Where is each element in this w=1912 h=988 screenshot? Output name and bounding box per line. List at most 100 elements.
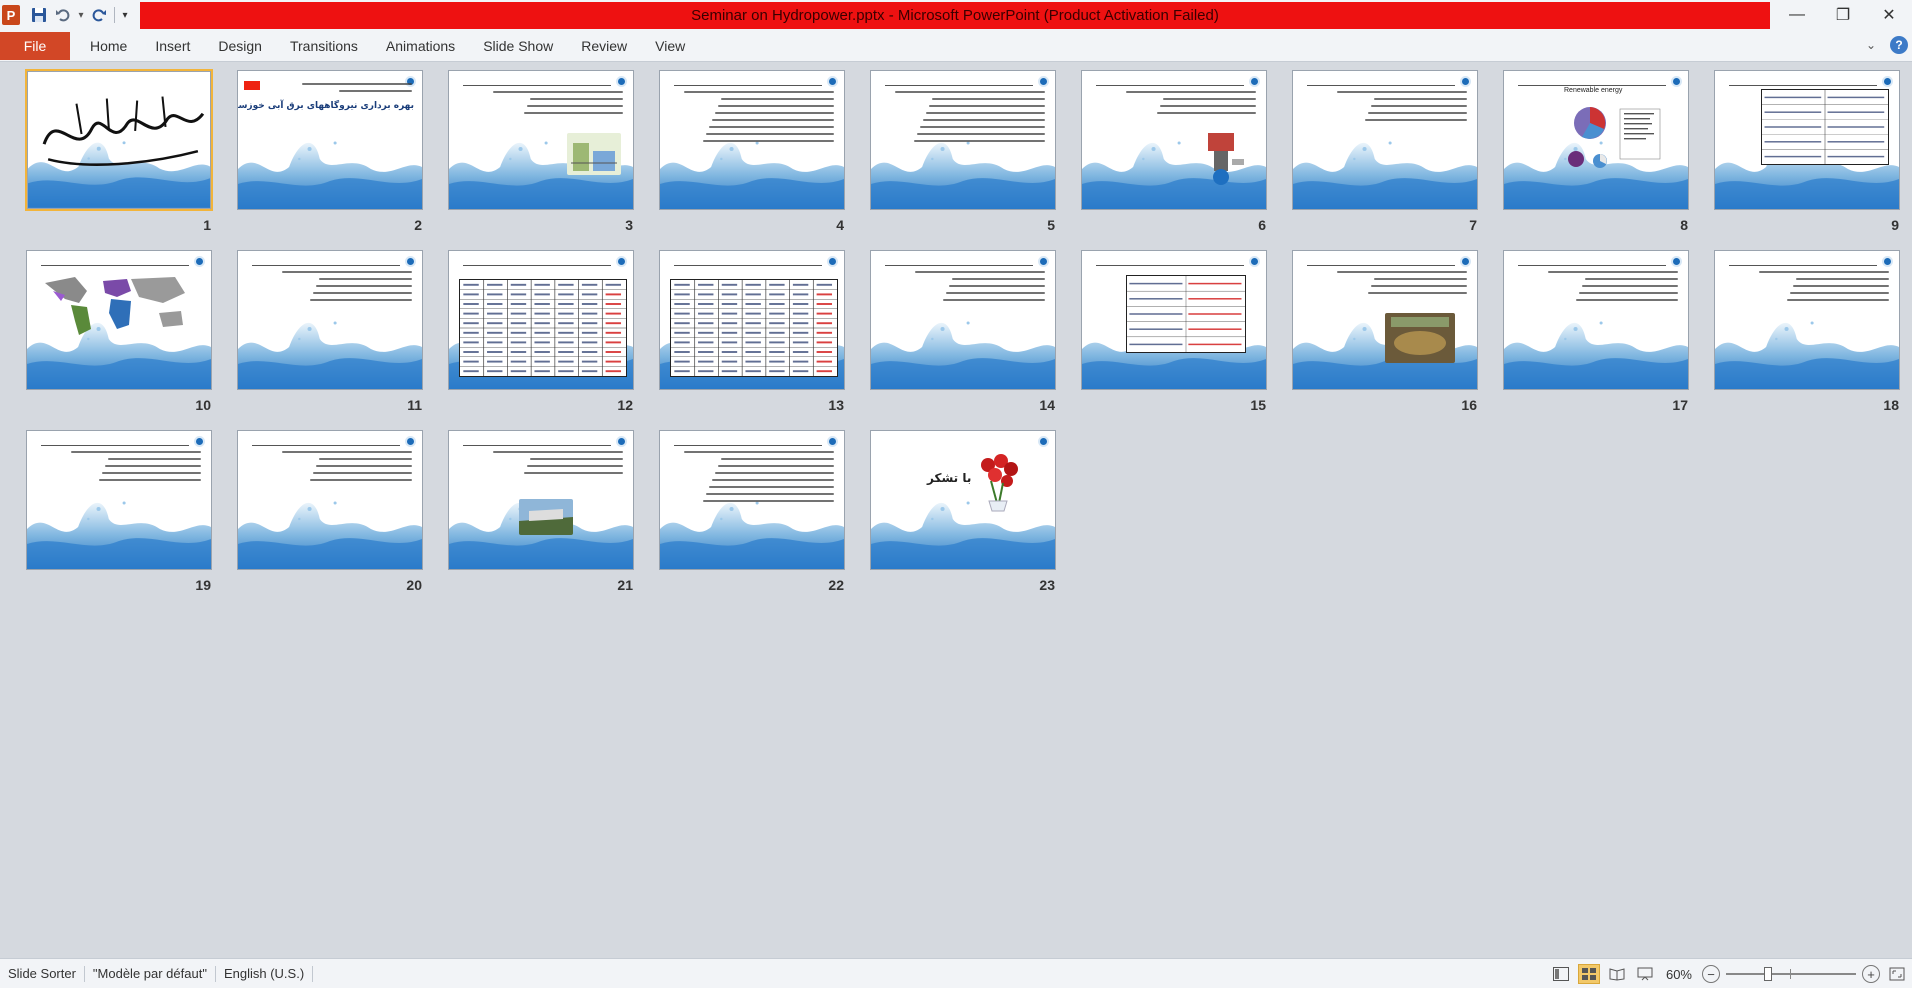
slide-frame[interactable] — [1291, 249, 1479, 391]
slide-thumbnail-2[interactable]: بهره برداری نیروگاههای برق آبی خوزستان 2 — [236, 69, 426, 244]
tab-view[interactable]: View — [641, 32, 699, 60]
slide-preview[interactable] — [27, 431, 211, 569]
slide-frame[interactable] — [447, 249, 635, 391]
slide-thumbnail-15[interactable]: 15 — [1080, 249, 1270, 424]
slide-thumbnail-13[interactable]: 13 — [658, 249, 848, 424]
slide-thumbnail-4[interactable]: 4 — [658, 69, 848, 244]
slide-preview[interactable] — [660, 71, 844, 209]
fit-to-window-icon[interactable] — [1886, 964, 1908, 984]
slide-frame[interactable] — [25, 69, 213, 211]
slide-preview[interactable] — [1082, 251, 1266, 389]
save-icon[interactable] — [28, 4, 50, 26]
slide-preview[interactable] — [660, 431, 844, 569]
restore-button[interactable]: ❐ — [1820, 0, 1866, 30]
zoom-slider[interactable] — [1726, 966, 1856, 982]
slide-frame[interactable] — [658, 69, 846, 211]
slide-preview[interactable] — [28, 72, 210, 208]
slide-thumbnail-21[interactable]: 21 — [447, 429, 637, 604]
tab-insert[interactable]: Insert — [141, 32, 204, 60]
tab-home[interactable]: Home — [76, 32, 141, 60]
slide-preview[interactable] — [1293, 71, 1477, 209]
slide-thumbnail-6[interactable]: 6 — [1080, 69, 1270, 244]
slide-preview[interactable] — [871, 71, 1055, 209]
slide-preview[interactable] — [238, 251, 422, 389]
slide-thumbnail-5[interactable]: 5 — [869, 69, 1059, 244]
slide-frame[interactable] — [1713, 69, 1901, 211]
slide-frame[interactable] — [25, 249, 213, 391]
slide-preview[interactable] — [871, 251, 1055, 389]
reading-view-icon[interactable] — [1606, 964, 1628, 984]
slide-thumbnail-1[interactable]: 1 — [25, 69, 215, 244]
slide-sorter-view-icon[interactable] — [1577, 964, 1600, 984]
slide-thumbnail-10[interactable]: 10 — [25, 249, 215, 424]
undo-dropdown-icon[interactable]: ▾ — [76, 4, 86, 26]
slide-preview[interactable]: با تشکر — [871, 431, 1055, 569]
slide-thumbnail-9[interactable]: 9 — [1713, 69, 1903, 244]
close-button[interactable]: ✕ — [1866, 0, 1912, 30]
zoom-in-button[interactable]: + — [1862, 965, 1880, 983]
normal-view-icon[interactable] — [1550, 964, 1572, 984]
slide-preview[interactable] — [660, 251, 844, 389]
slide-frame[interactable] — [1713, 249, 1901, 391]
slide-frame[interactable] — [447, 69, 635, 211]
language-indicator[interactable]: English (U.S.) — [216, 964, 312, 984]
redo-icon[interactable] — [88, 4, 110, 26]
slide-frame[interactable]: با تشکر — [869, 429, 1057, 571]
customize-qat-icon[interactable]: ▾ — [119, 4, 131, 26]
slide-thumbnail-18[interactable]: 18 — [1713, 249, 1903, 424]
tab-review[interactable]: Review — [567, 32, 641, 60]
slide-frame[interactable] — [869, 69, 1057, 211]
tab-design[interactable]: Design — [204, 32, 276, 60]
slide-thumbnail-3[interactable]: 3 — [447, 69, 637, 244]
slide-preview[interactable]: بهره برداری نیروگاههای برق آبی خوزستان — [238, 71, 422, 209]
slide-preview[interactable] — [1715, 251, 1899, 389]
file-tab[interactable]: File — [0, 32, 70, 60]
slide-thumbnail-7[interactable]: 7 — [1291, 69, 1481, 244]
zoom-slider-thumb[interactable] — [1764, 967, 1773, 981]
slide-thumbnail-8[interactable]: Renewable energy 8 — [1502, 69, 1692, 244]
slide-frame[interactable] — [869, 249, 1057, 391]
slide-thumbnail-20[interactable]: 20 — [236, 429, 426, 604]
slide-frame[interactable] — [1291, 69, 1479, 211]
tab-transitions[interactable]: Transitions — [276, 32, 372, 60]
slide-thumbnail-23[interactable]: با تشکر 23 — [869, 429, 1059, 604]
slide-frame[interactable] — [447, 429, 635, 571]
slide-frame[interactable] — [236, 249, 424, 391]
slide-preview[interactable] — [238, 431, 422, 569]
slide-preview[interactable] — [27, 251, 211, 389]
slide-thumbnail-16[interactable]: 16 — [1291, 249, 1481, 424]
slide-frame[interactable] — [658, 249, 846, 391]
collapse-ribbon-icon[interactable]: ⌄ — [1866, 38, 1876, 52]
slide-frame[interactable] — [25, 429, 213, 571]
slide-preview[interactable] — [449, 71, 633, 209]
minimize-button[interactable]: — — [1774, 0, 1820, 30]
tab-slide-show[interactable]: Slide Show — [469, 32, 567, 60]
slide-thumbnail-19[interactable]: 19 — [25, 429, 215, 604]
slide-preview[interactable] — [1715, 71, 1899, 209]
slide-preview[interactable] — [1504, 251, 1688, 389]
slide-thumbnail-14[interactable]: 14 — [869, 249, 1059, 424]
slide-preview[interactable] — [1293, 251, 1477, 389]
slide-frame[interactable] — [658, 429, 846, 571]
slide-frame[interactable] — [236, 429, 424, 571]
slide-thumbnail-17[interactable]: 17 — [1502, 249, 1692, 424]
slide-show-icon[interactable] — [1634, 964, 1656, 984]
undo-icon[interactable] — [52, 4, 74, 26]
slide-frame[interactable] — [1080, 249, 1268, 391]
slide-preview[interactable] — [449, 431, 633, 569]
slide-preview[interactable]: Renewable energy — [1504, 71, 1688, 209]
slide-preview[interactable] — [1082, 71, 1266, 209]
slide-preview[interactable] — [449, 251, 633, 389]
help-icon[interactable]: ? — [1890, 36, 1908, 54]
tab-animations[interactable]: Animations — [372, 32, 469, 60]
powerpoint-logo-icon[interactable]: P — [2, 5, 20, 25]
theme-name[interactable]: "Modèle par défaut" — [85, 964, 215, 984]
slide-frame[interactable]: بهره برداری نیروگاههای برق آبی خوزستان — [236, 69, 424, 211]
zoom-out-button[interactable]: − — [1702, 965, 1720, 983]
slide-frame[interactable] — [1502, 249, 1690, 391]
slide-thumbnail-11[interactable]: 11 — [236, 249, 426, 424]
slide-frame[interactable]: Renewable energy — [1502, 69, 1690, 211]
slide-thumbnail-12[interactable]: 12 — [447, 249, 637, 424]
zoom-level[interactable]: 60% — [1662, 964, 1696, 984]
slide-thumbnail-22[interactable]: 22 — [658, 429, 848, 604]
